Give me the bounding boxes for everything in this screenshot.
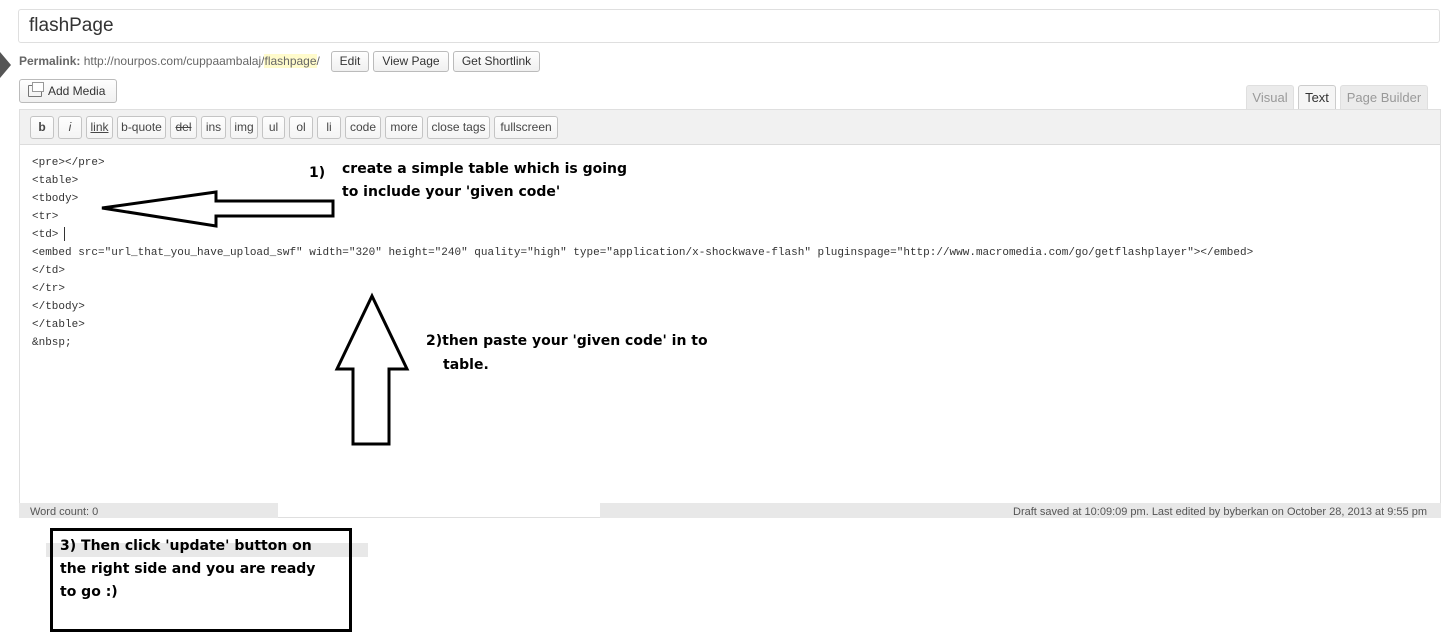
step1-line2: to include your 'given code' (342, 184, 561, 200)
step2-line2: table. (443, 357, 489, 373)
step3-line2: the right side and you are ready (60, 561, 316, 577)
step1-line1: create a simple table which is going (342, 161, 628, 177)
step3-line1: 3) Then click 'update' button on (60, 538, 312, 554)
step1-number: 1) (309, 165, 326, 181)
up-arrow-icon (334, 292, 410, 446)
step3-line3: to go :) (60, 584, 118, 600)
step2-line1: 2)then paste your 'given code' in to (426, 333, 708, 349)
left-arrow-icon (101, 190, 335, 228)
